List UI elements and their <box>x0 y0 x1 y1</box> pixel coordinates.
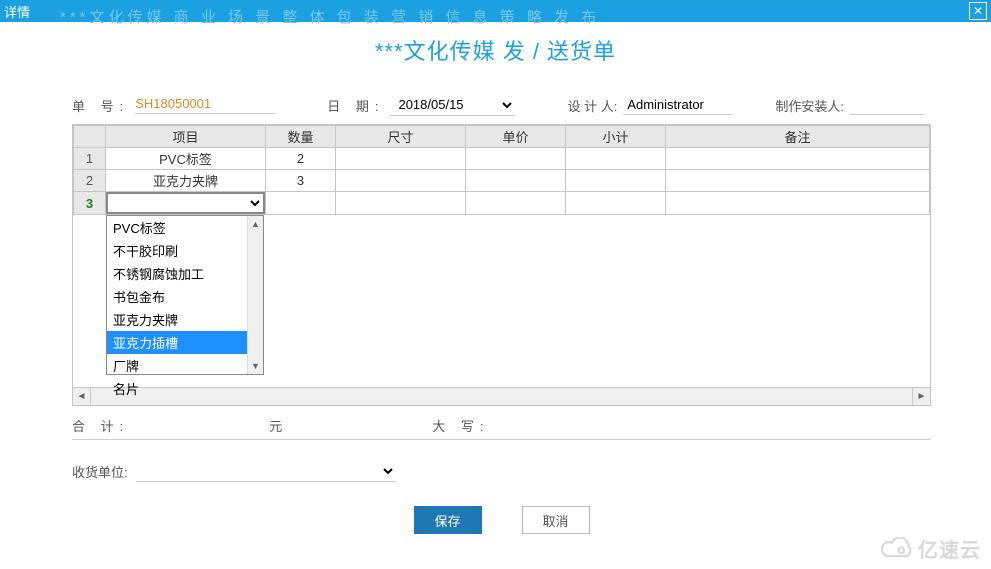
cell-note[interactable] <box>666 170 930 192</box>
window-title: 详情 <box>4 2 969 21</box>
cell-price[interactable] <box>466 148 566 170</box>
caps-label: 大 写: <box>432 416 489 435</box>
spreadsheet: 项目 数量 尺寸 单价 小计 备注 1 PVC标签 2 <box>72 124 931 406</box>
col-item[interactable]: 项目 <box>106 126 266 148</box>
cell-note[interactable] <box>666 148 930 170</box>
row-number[interactable]: 3 <box>74 192 106 215</box>
installer-label: 制作安装人: <box>775 96 844 115</box>
cell-qty[interactable]: 2 <box>266 148 336 170</box>
corner-cell <box>74 126 106 148</box>
designer-label: 设 计 人: <box>567 96 617 115</box>
titlebar: 详情 ✕ <box>0 0 991 22</box>
col-subtotal[interactable]: 小计 <box>566 126 666 148</box>
cell-item-editing[interactable] <box>106 192 266 215</box>
dropdown-option[interactable]: 亚克力插槽 <box>107 331 263 354</box>
cell-size[interactable] <box>336 170 466 192</box>
watermark: 亿速云 <box>880 534 981 563</box>
installer-input[interactable] <box>850 95 925 115</box>
cell-subtotal[interactable] <box>566 170 666 192</box>
yuan-label: 元 <box>269 416 282 435</box>
col-price[interactable]: 单价 <box>466 126 566 148</box>
cell-size[interactable] <box>336 192 466 215</box>
table-header-row: 项目 数量 尺寸 单价 小计 备注 <box>74 126 930 148</box>
scroll-left-icon[interactable]: ◄ <box>73 388 91 406</box>
dropdown-scrollbar[interactable]: ▲ ▼ <box>247 216 263 374</box>
col-size[interactable]: 尺寸 <box>336 126 466 148</box>
cell-subtotal[interactable] <box>566 192 666 215</box>
receiver-label: 收货单位: <box>72 462 128 481</box>
cell-price[interactable] <box>466 170 566 192</box>
cell-price[interactable] <box>466 192 566 215</box>
watermark-text: 亿速云 <box>918 534 981 563</box>
summary-row: 合 计: 元 大 写: <box>72 416 931 440</box>
document-title: ***文化传媒 发 / 送货单 <box>0 34 991 66</box>
date-label: 日 期: <box>327 96 384 115</box>
dropdown-option[interactable]: 不干胶印刷 <box>107 239 263 262</box>
dropdown-option[interactable]: 不锈钢腐蚀加工 <box>107 262 263 285</box>
scroll-up-icon[interactable]: ▲ <box>248 216 263 232</box>
cell-qty[interactable]: 3 <box>266 170 336 192</box>
cell-qty[interactable] <box>266 192 336 215</box>
receiver-row: 收货单位: <box>72 460 931 482</box>
scroll-down-icon[interactable]: ▼ <box>248 358 263 374</box>
dropdown-option[interactable]: 厂牌 <box>107 354 263 377</box>
cell-size[interactable] <box>336 148 466 170</box>
dropdown-option[interactable]: 名片 <box>107 377 263 400</box>
date-select[interactable]: 2018/05/15 <box>390 94 515 116</box>
row-number[interactable]: 1 <box>74 148 106 170</box>
item-select[interactable] <box>106 192 265 214</box>
table-row[interactable]: 2 亚克力夹牌 3 <box>74 170 930 192</box>
designer-input[interactable] <box>623 95 733 115</box>
row-number[interactable]: 2 <box>74 170 106 192</box>
col-note[interactable]: 备注 <box>666 126 930 148</box>
save-button[interactable]: 保存 <box>414 506 482 534</box>
dropdown-option[interactable]: 书包金布 <box>107 285 263 308</box>
button-row: 保存 取消 <box>72 506 931 534</box>
item-dropdown: PVC标签不干胶印刷不锈钢腐蚀加工书包金布亚克力夹牌亚克力插槽厂牌名片 ▲ ▼ <box>106 215 264 375</box>
cloud-icon <box>880 537 914 561</box>
order-number: SH18050001 <box>135 96 275 114</box>
cell-item[interactable]: PVC标签 <box>106 148 266 170</box>
close-button[interactable]: ✕ <box>969 2 987 20</box>
col-qty[interactable]: 数量 <box>266 126 336 148</box>
total-label: 合 计: <box>72 416 129 435</box>
table-row[interactable]: 1 PVC标签 2 <box>74 148 930 170</box>
dropdown-option[interactable]: PVC标签 <box>107 216 263 239</box>
dropdown-option[interactable]: 亚克力夹牌 <box>107 308 263 331</box>
scroll-right-icon[interactable]: ► <box>912 388 930 406</box>
header-form-row: 单 号: SH18050001 日 期: 2018/05/15 设 计 人: 制… <box>72 94 931 116</box>
receiver-select[interactable] <box>136 460 396 482</box>
data-table: 项目 数量 尺寸 单价 小计 备注 1 PVC标签 2 <box>73 125 930 215</box>
cancel-button[interactable]: 取消 <box>522 506 590 534</box>
table-row[interactable]: 3 <box>74 192 930 215</box>
cell-subtotal[interactable] <box>566 148 666 170</box>
cell-note[interactable] <box>666 192 930 215</box>
cell-item[interactable]: 亚克力夹牌 <box>106 170 266 192</box>
close-icon: ✕ <box>973 4 983 18</box>
order-label: 单 号: <box>72 96 129 115</box>
